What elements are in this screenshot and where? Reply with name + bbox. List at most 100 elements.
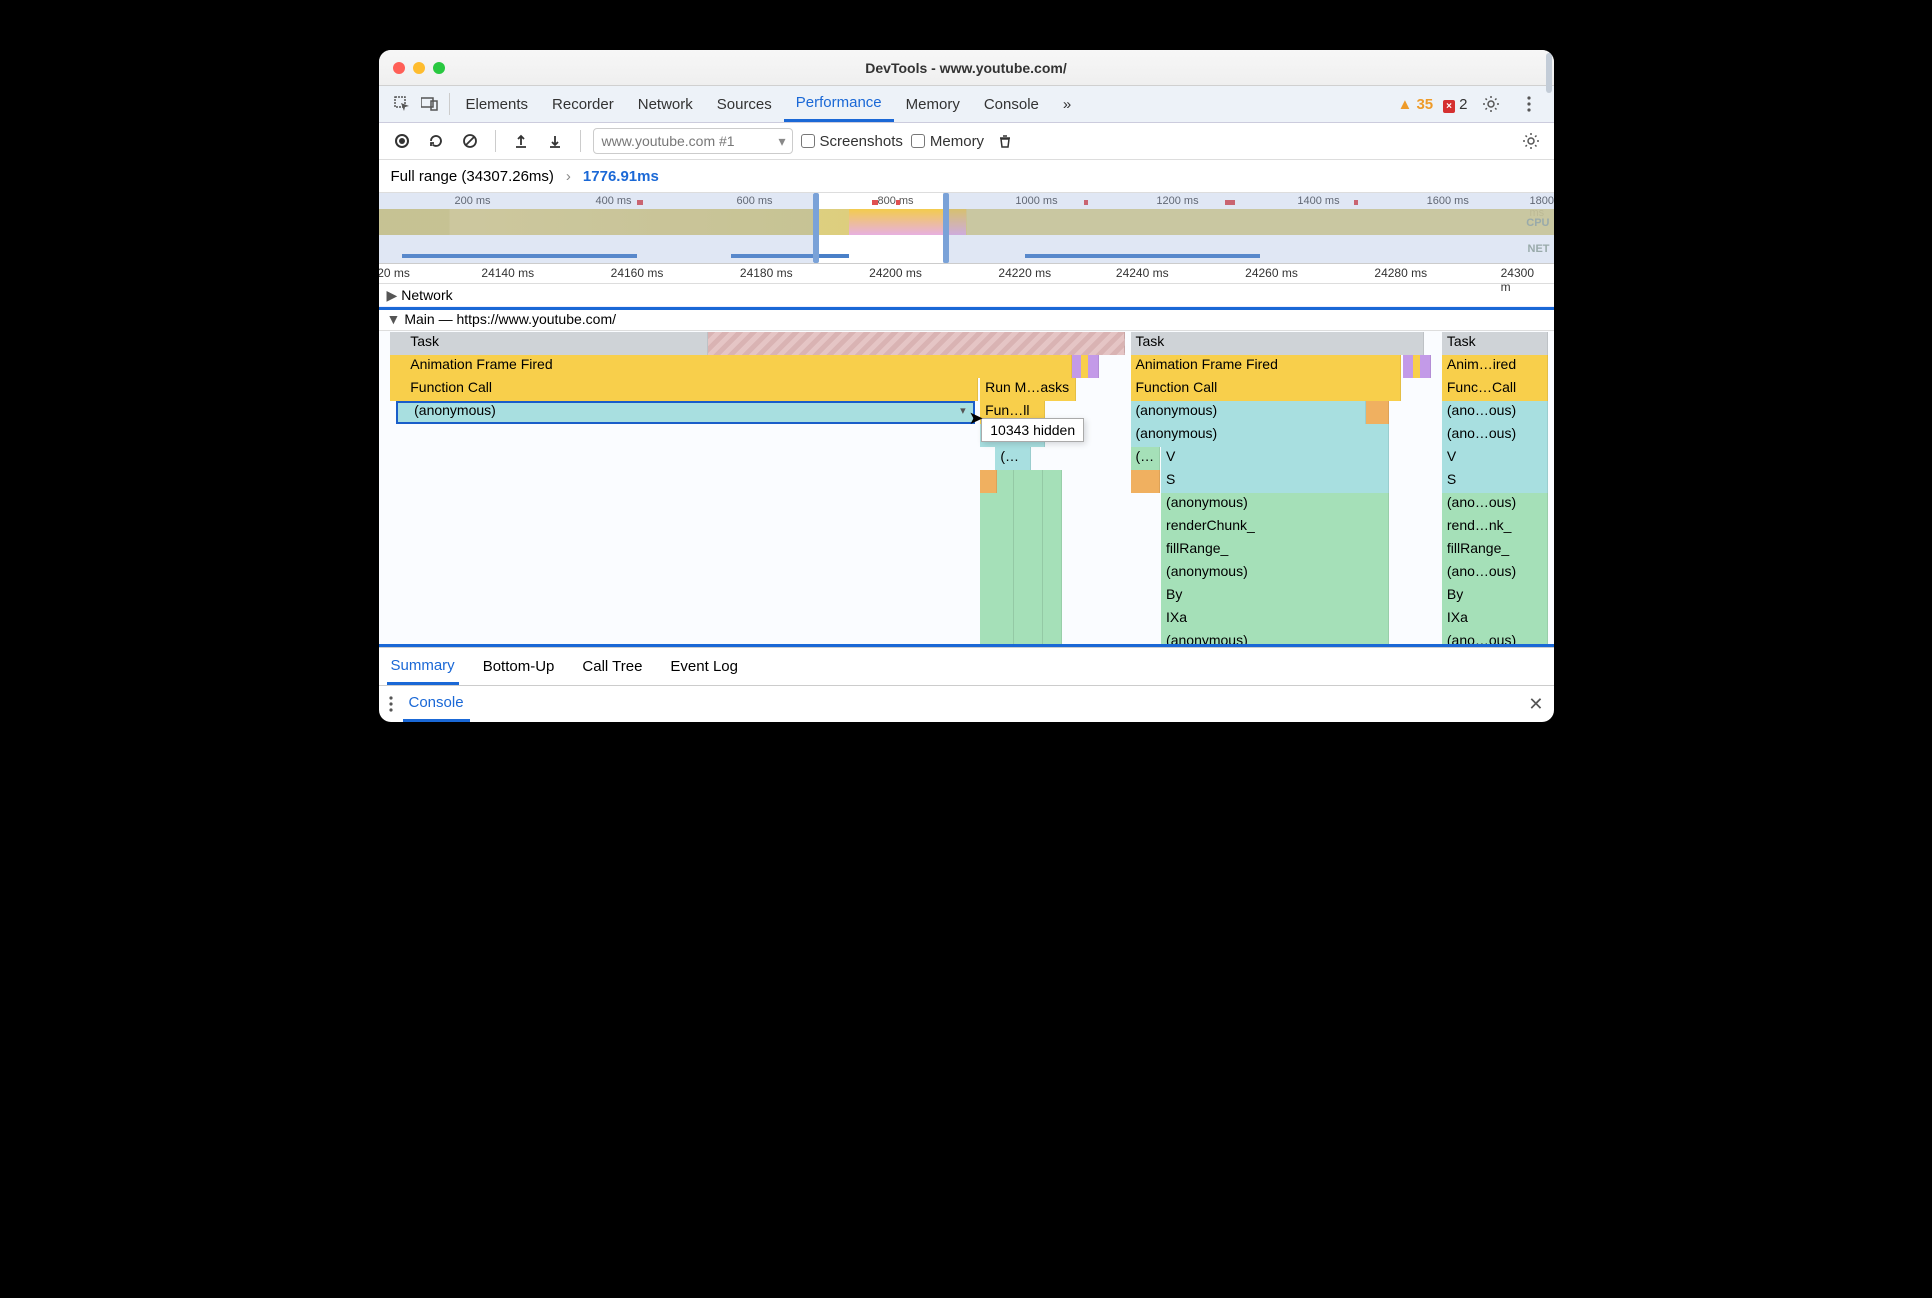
- flame-renderchunk[interactable]: rend…nk_: [1442, 516, 1548, 539]
- range-breadcrumb: Full range (34307.26ms) › 1776.91ms: [379, 160, 1554, 193]
- overview-handle-right[interactable]: [943, 193, 949, 263]
- main-track-header[interactable]: ▼ Main — https://www.youtube.com/: [379, 308, 1554, 331]
- chevron-down-icon[interactable]: ▾: [960, 404, 966, 417]
- flame-bar[interactable]: [980, 516, 1062, 539]
- flame-anon[interactable]: (anonymous): [1131, 424, 1390, 447]
- collapse-icon[interactable]: ▼: [387, 311, 401, 327]
- flame-v[interactable]: V: [1161, 447, 1389, 470]
- flame-anim-frame[interactable]: Animation Frame Fired: [390, 355, 1072, 378]
- overview-minimap[interactable]: 200 ms 400 ms 600 ms 800 ms 1000 ms 1200…: [379, 193, 1554, 264]
- error-badge[interactable]: × 2: [1443, 96, 1467, 113]
- tabs-more-icon[interactable]: »: [1051, 86, 1083, 122]
- flame-task[interactable]: Task: [390, 332, 707, 355]
- checkbox-icon: [911, 134, 925, 148]
- record-icon[interactable]: [389, 128, 415, 154]
- tab-summary[interactable]: Summary: [387, 648, 459, 685]
- clear-icon[interactable]: [457, 128, 483, 154]
- flame-bar[interactable]: [980, 562, 1062, 585]
- flame-task[interactable]: Task: [1131, 332, 1425, 355]
- minimap-scrollbar[interactable]: [1546, 53, 1552, 93]
- download-icon[interactable]: [542, 128, 568, 154]
- tab-network[interactable]: Network: [626, 86, 705, 122]
- ruler-tick: 24280 ms: [1374, 266, 1427, 280]
- flame-s[interactable]: S: [1442, 470, 1548, 493]
- screenshots-checkbox[interactable]: Screenshots: [801, 133, 903, 150]
- device-toggle-icon[interactable]: [417, 91, 443, 117]
- flame-s[interactable]: S: [1161, 470, 1389, 493]
- garbage-icon[interactable]: [992, 128, 1018, 154]
- flame-anon[interactable]: (ano…ous): [1442, 631, 1548, 647]
- flame-run-microtasks[interactable]: Run M…asks: [980, 378, 1076, 401]
- tab-elements[interactable]: Elements: [454, 86, 541, 122]
- crumb-selected-range[interactable]: 1776.91ms: [583, 168, 659, 185]
- tab-performance[interactable]: Performance: [784, 86, 894, 122]
- tab-recorder[interactable]: Recorder: [540, 86, 626, 122]
- flame-anim-frame[interactable]: Anim…ired: [1442, 355, 1548, 378]
- flame-by[interactable]: By: [1161, 585, 1389, 608]
- flame-bar[interactable]: [980, 470, 996, 493]
- panel-gear-icon[interactable]: [1518, 128, 1544, 154]
- screenshots-label: Screenshots: [820, 133, 903, 150]
- drawer-tab-console[interactable]: Console: [403, 686, 470, 722]
- expand-icon[interactable]: ▶: [387, 287, 398, 304]
- flame-fillrange[interactable]: fillRange_: [1161, 539, 1389, 562]
- flame-bar[interactable]: [1366, 401, 1390, 424]
- flame-paren[interactable]: (…: [995, 447, 1030, 470]
- tab-bottom-up[interactable]: Bottom-Up: [479, 648, 559, 685]
- tab-memory[interactable]: Memory: [894, 86, 972, 122]
- tab-call-tree[interactable]: Call Tree: [578, 648, 646, 685]
- ruler-tick: 24160 ms: [611, 266, 664, 280]
- recording-select[interactable]: www.youtube.com #1: [593, 128, 793, 154]
- memory-checkbox[interactable]: Memory: [911, 133, 984, 150]
- main-tabstrip: Elements Recorder Network Sources Perfor…: [379, 86, 1554, 123]
- tab-sources[interactable]: Sources: [705, 86, 784, 122]
- flame-fillrange[interactable]: fillRange_: [1442, 539, 1548, 562]
- flame-renderchunk[interactable]: renderChunk_: [1161, 516, 1389, 539]
- flame-v[interactable]: V: [1442, 447, 1548, 470]
- kebab-icon[interactable]: [1516, 91, 1542, 117]
- flame-bar[interactable]: [1088, 355, 1099, 378]
- flame-anon[interactable]: (ano…ous): [1442, 493, 1548, 516]
- flame-bar[interactable]: [980, 585, 1062, 608]
- kebab-icon[interactable]: [389, 696, 393, 712]
- flame-anonymous-selected[interactable]: (anonymous): [396, 401, 975, 424]
- devtools-window: DevTools - www.youtube.com/ Elements Rec…: [379, 50, 1554, 722]
- flame-by[interactable]: By: [1442, 585, 1548, 608]
- flame-bar[interactable]: [980, 493, 1062, 516]
- flame-func-call[interactable]: Function Call: [1131, 378, 1401, 401]
- flame-anon[interactable]: (ano…ous): [1442, 401, 1548, 424]
- flame-func-call[interactable]: Func…Call: [1442, 378, 1548, 401]
- flame-bar[interactable]: [980, 608, 1062, 631]
- flame-ixa[interactable]: IXa: [1161, 608, 1389, 631]
- flame-bar[interactable]: [1131, 470, 1160, 493]
- network-track-header[interactable]: ▶ Network: [379, 284, 1554, 307]
- flame-anon[interactable]: (ano…ous): [1442, 562, 1548, 585]
- close-icon[interactable]: ✕: [1528, 694, 1543, 715]
- flame-paren[interactable]: (…: [1131, 447, 1160, 470]
- flame-anim-frame[interactable]: Animation Frame Fired: [1131, 355, 1401, 378]
- flame-func-call[interactable]: Function Call: [390, 378, 978, 401]
- flame-bar[interactable]: [980, 631, 1062, 647]
- flame-anon[interactable]: (anonymous): [1161, 631, 1389, 647]
- tab-console[interactable]: Console: [972, 86, 1051, 122]
- drawer: Console ✕: [379, 685, 1554, 722]
- reload-icon[interactable]: [423, 128, 449, 154]
- inspect-icon[interactable]: [389, 91, 415, 117]
- flame-ixa[interactable]: IXa: [1442, 608, 1548, 631]
- warning-icon[interactable]: ▲ 35: [1397, 96, 1433, 113]
- flame-long-task[interactable]: [708, 332, 1125, 355]
- flame-anon[interactable]: (ano…ous): [1442, 424, 1548, 447]
- flame-anon[interactable]: (anonymous): [1161, 493, 1389, 516]
- tab-event-log[interactable]: Event Log: [666, 648, 742, 685]
- flame-bar[interactable]: [1420, 355, 1431, 378]
- overview-handle-left[interactable]: [813, 193, 819, 263]
- flame-anon[interactable]: (anonymous): [1131, 401, 1366, 424]
- flame-anon[interactable]: (anonymous): [1161, 562, 1389, 585]
- gear-icon[interactable]: [1478, 91, 1504, 117]
- main-flame-chart[interactable]: ▼ Main — https://www.youtube.com/ Task A…: [379, 307, 1554, 647]
- crumb-full-range[interactable]: Full range (34307.26ms): [391, 168, 554, 185]
- flame-bar[interactable]: [980, 539, 1062, 562]
- detail-ruler[interactable]: 120 ms 24140 ms 24160 ms 24180 ms 24200 …: [379, 264, 1554, 284]
- upload-icon[interactable]: [508, 128, 534, 154]
- flame-task[interactable]: Task: [1442, 332, 1548, 355]
